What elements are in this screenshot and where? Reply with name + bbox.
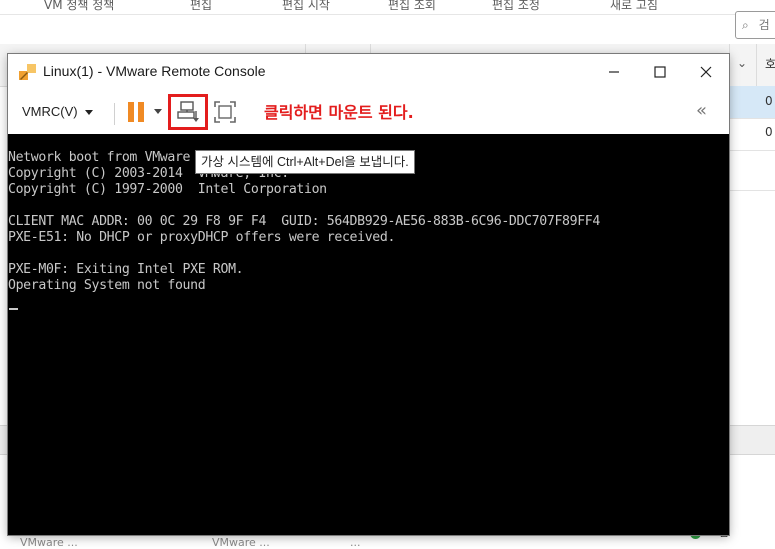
send-ctrl-alt-del-tooltip: 가상 시스템에 Ctrl+Alt+Del을 보냅니다. xyxy=(195,150,415,174)
table-cell: 0 xyxy=(765,125,773,139)
bg-toolbar-item[interactable]: 편집 조회 xyxy=(388,0,436,12)
vm-console-screen[interactable]: Network boot from VMware VMXNET3 Copyrig… xyxy=(8,134,729,535)
send-ctrl-alt-del-button[interactable] xyxy=(168,94,208,130)
console-line: Copyright (C) 1997-2000 Intel Corporatio… xyxy=(8,182,327,197)
vmrc-app-icon xyxy=(19,64,36,80)
background-search-input[interactable]: ⌕ 검 xyxy=(735,11,775,39)
column-divider xyxy=(729,44,730,86)
background-text-fragment: VMware ... xyxy=(20,536,78,549)
bg-toolbar-item[interactable]: 편집 시작 xyxy=(282,0,330,12)
vmrc-menu-button[interactable]: VMRC(V) xyxy=(14,100,93,124)
console-line: PXE-M0F: Exiting Intel PXE ROM. xyxy=(8,262,244,277)
annotation-text: 클릭하면 마운트 된다. xyxy=(264,103,414,122)
vmrc-menu-label: VMRC(V) xyxy=(22,104,78,119)
text-cursor xyxy=(9,308,18,310)
column-filter-chevron-icon[interactable]: ⌄ xyxy=(737,56,747,70)
minimize-button[interactable] xyxy=(591,54,637,90)
bg-toolbar-item[interactable]: 편집 xyxy=(190,0,212,12)
console-line: PXE-E51: No DHCP or proxyDHCP offers wer… xyxy=(8,230,396,245)
background-text-fragment: ... xyxy=(350,536,361,549)
bg-toolbar-item[interactable]: 새로 고침 xyxy=(610,0,658,12)
power-options-chevron-icon[interactable] xyxy=(154,109,162,114)
search-icon: ⌕ xyxy=(742,18,749,32)
window-title: Linux(1) - VMware Remote Console xyxy=(43,63,266,79)
bg-toolbar-item[interactable]: VM 정책 정책 xyxy=(44,0,114,12)
maximize-button[interactable] xyxy=(637,54,683,90)
console-line: CLIENT MAC ADDR: 00 0C 29 F8 9F F4 GUID:… xyxy=(8,214,600,229)
console-line: Operating System not found xyxy=(8,278,206,293)
fullscreen-icon[interactable] xyxy=(214,101,236,123)
close-icon xyxy=(700,66,712,78)
table-cell: 0 xyxy=(765,94,773,108)
chevron-down-icon xyxy=(84,110,93,116)
bg-toolbar-item[interactable]: 편집 조정 xyxy=(492,0,540,12)
pause-button[interactable] xyxy=(126,100,146,124)
row-divider xyxy=(729,118,775,119)
background-toolbar: VM 정책 정책 편집 편집 시작 편집 조회 편집 조정 새로 고침 xyxy=(0,0,775,15)
toolbar-divider xyxy=(114,103,115,125)
vmrc-toolbar: VMRC(V) 클릭하면 마운트 된다. « xyxy=(8,90,729,134)
double-chevron-left-icon: « xyxy=(696,100,708,121)
column-header-label[interactable]: 호 xyxy=(765,55,775,72)
column-divider xyxy=(756,44,757,86)
search-placeholder: 검 xyxy=(758,18,770,32)
title-bar[interactable]: Linux(1) - VMware Remote Console xyxy=(8,54,729,90)
row-divider xyxy=(729,150,775,151)
collapse-toolbar-button[interactable]: « xyxy=(696,100,707,121)
send-ctrl-alt-del-icon xyxy=(177,101,199,122)
maximize-icon xyxy=(654,66,666,78)
vmrc-window: Linux(1) - VMware Remote Console VMRC(V) xyxy=(8,54,729,535)
row-divider xyxy=(729,190,775,191)
close-button[interactable] xyxy=(683,54,729,90)
minimize-icon xyxy=(609,71,619,73)
background-text-fragment: VMware ... xyxy=(212,536,270,549)
